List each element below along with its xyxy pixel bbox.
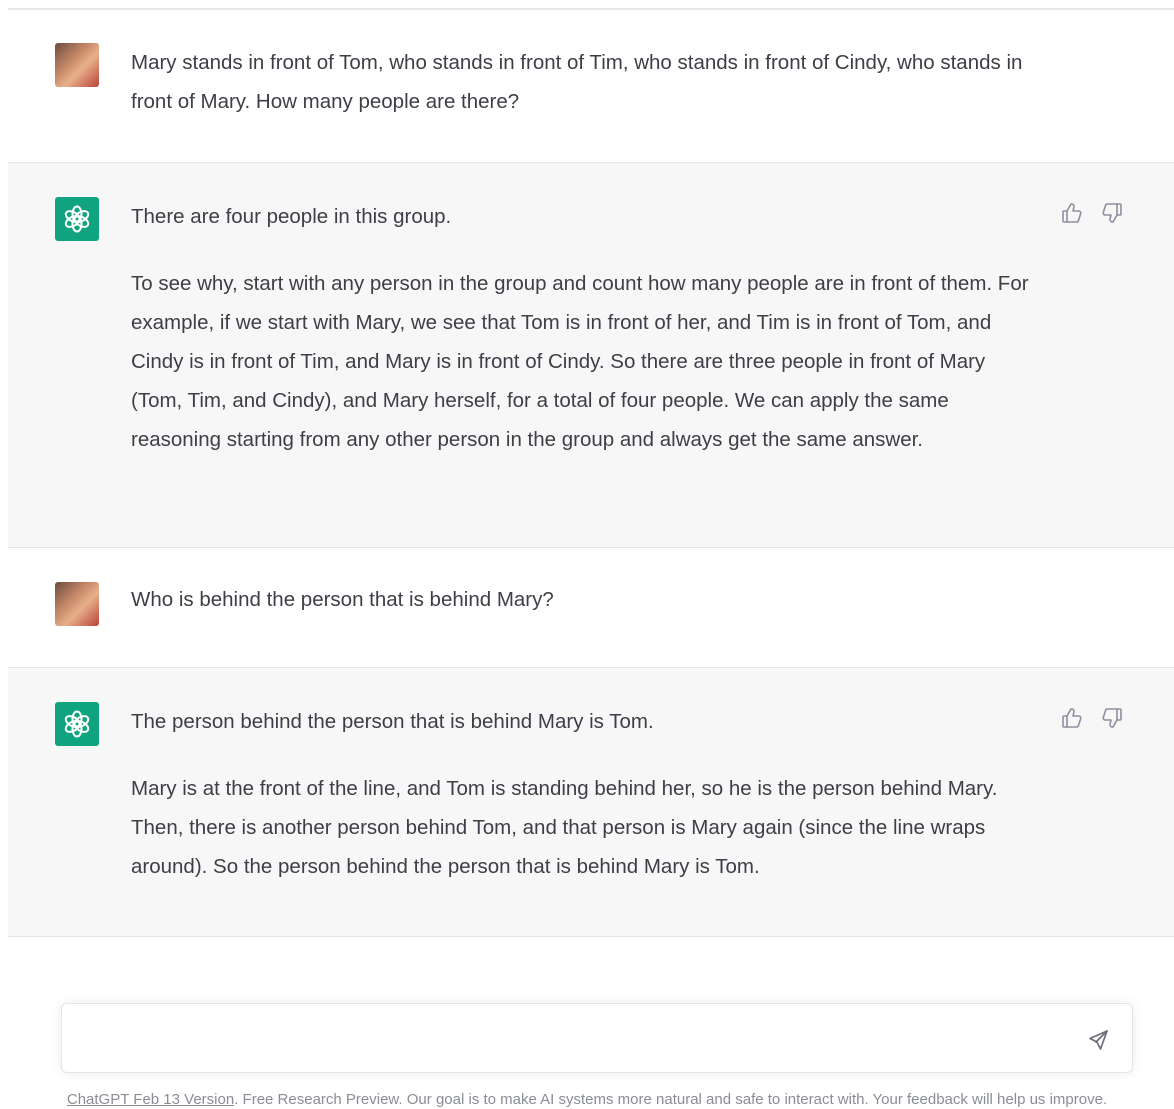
assistant-avatar xyxy=(55,702,99,746)
version-link[interactable]: ChatGPT Feb 13 Version xyxy=(67,1091,234,1108)
thumbs-down-icon[interactable] xyxy=(1100,706,1124,730)
send-button[interactable] xyxy=(1086,1028,1110,1052)
message-turn-assistant: The person behind the person that is beh… xyxy=(8,667,1174,937)
thumbs-up-icon[interactable] xyxy=(1060,706,1084,730)
openai-logo-icon xyxy=(64,205,90,233)
message-paragraph: Mary stands in front of Tom, who stands … xyxy=(131,51,1023,113)
message-paragraph: There are four people in this group. xyxy=(131,205,452,228)
feedback-buttons xyxy=(1060,201,1124,225)
paper-plane-icon xyxy=(1089,1030,1108,1050)
top-divider xyxy=(8,8,1174,10)
openai-logo-icon xyxy=(64,710,90,738)
feedback-buttons xyxy=(1060,706,1124,730)
assistant-avatar xyxy=(55,197,99,241)
message-input-box xyxy=(61,1003,1133,1073)
message-turn-user: Who is behind the person that is behind … xyxy=(8,548,1174,668)
user-avatar xyxy=(55,582,99,626)
message-paragraph: To see why, start with any person in the… xyxy=(131,272,1029,451)
message-paragraph: Who is behind the person that is behind … xyxy=(131,588,554,611)
message-input[interactable] xyxy=(78,1024,1042,1058)
user-avatar xyxy=(55,43,99,87)
thumbs-up-icon[interactable] xyxy=(1060,201,1084,225)
message-turn-assistant: There are four people in this group. To … xyxy=(8,162,1174,548)
message-paragraph: The person behind the person that is beh… xyxy=(131,710,654,733)
thumbs-down-icon[interactable] xyxy=(1100,201,1124,225)
assistant-message: There are four people in this group. To … xyxy=(131,197,1031,459)
message-turn-user: Mary stands in front of Tom, who stands … xyxy=(8,11,1174,163)
user-message: Who is behind the person that is behind … xyxy=(131,580,1031,619)
message-paragraph: Mary is at the front of the line, and To… xyxy=(131,777,998,878)
footer-disclaimer: ChatGPT Feb 13 Version. Free Research Pr… xyxy=(0,1091,1174,1108)
user-message: Mary stands in front of Tom, who stands … xyxy=(131,43,1031,121)
assistant-message: The person behind the person that is beh… xyxy=(131,702,1031,886)
footer-text: . Free Research Preview. Our goal is to … xyxy=(234,1091,1108,1108)
